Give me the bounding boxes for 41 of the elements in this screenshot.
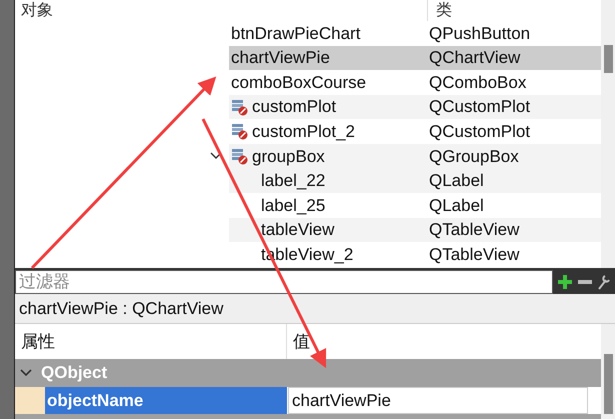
object-name: customPlot bbox=[252, 96, 336, 118]
wrench-icon[interactable] bbox=[597, 274, 611, 290]
scrollbar-thumb[interactable] bbox=[604, 45, 613, 73]
scrollbar-thumb[interactable] bbox=[604, 354, 613, 414]
scrollbar[interactable] bbox=[601, 0, 615, 268]
object-name: customPlot_2 bbox=[252, 120, 355, 143]
object-name: chartViewPie bbox=[231, 47, 330, 70]
class-name: QLabel bbox=[429, 194, 484, 217]
class-name: QGroupBox bbox=[429, 146, 519, 168]
class-name: QChartView bbox=[429, 47, 520, 70]
tree-row[interactable]: label_22 QLabel bbox=[229, 168, 601, 194]
add-icon[interactable] bbox=[557, 274, 573, 290]
class-name: QComboBox bbox=[429, 72, 526, 94]
class-name: QCustomPlot bbox=[429, 120, 530, 143]
object-name: tableView bbox=[261, 219, 334, 242]
object-name: label_25 bbox=[261, 194, 326, 217]
value-field[interactable]: chartViewPie bbox=[288, 387, 588, 414]
class-name: QCustomPlot bbox=[429, 96, 530, 118]
class-name: QTableView bbox=[429, 244, 520, 266]
current-object-label: chartViewPie : QChartView bbox=[19, 298, 224, 320]
class-name: QTableView bbox=[429, 219, 520, 242]
column-header[interactable]: 值 bbox=[287, 328, 310, 354]
object-name: label_22 bbox=[261, 170, 326, 192]
tree-row[interactable]: groupBox QGroupBox bbox=[229, 144, 601, 169]
filter-field[interactable]: 过滤器 bbox=[15, 270, 553, 294]
property-name[interactable]: objectName bbox=[45, 387, 287, 414]
widget-icon bbox=[231, 123, 248, 140]
class-name: QLabel bbox=[429, 170, 484, 192]
column-header[interactable]: 类 bbox=[428, 0, 452, 22]
tree-row[interactable]: tableView QTableView bbox=[229, 218, 601, 242]
object-name: groupBox bbox=[252, 146, 325, 168]
object-name: btnDrawPieChart bbox=[231, 22, 360, 45]
class-name: QPushButton bbox=[429, 22, 530, 45]
scrollbar[interactable] bbox=[601, 324, 615, 419]
tree-row[interactable]: customPlot QCustomPlot bbox=[229, 94, 601, 120]
object-name: comboBoxCourse bbox=[231, 72, 366, 94]
widget-icon bbox=[231, 98, 248, 116]
widget-icon bbox=[231, 148, 248, 165]
tree-row[interactable]: chartViewPie QChartView bbox=[229, 46, 601, 70]
group-name: QObject bbox=[41, 362, 108, 384]
row-gutter bbox=[15, 387, 45, 414]
